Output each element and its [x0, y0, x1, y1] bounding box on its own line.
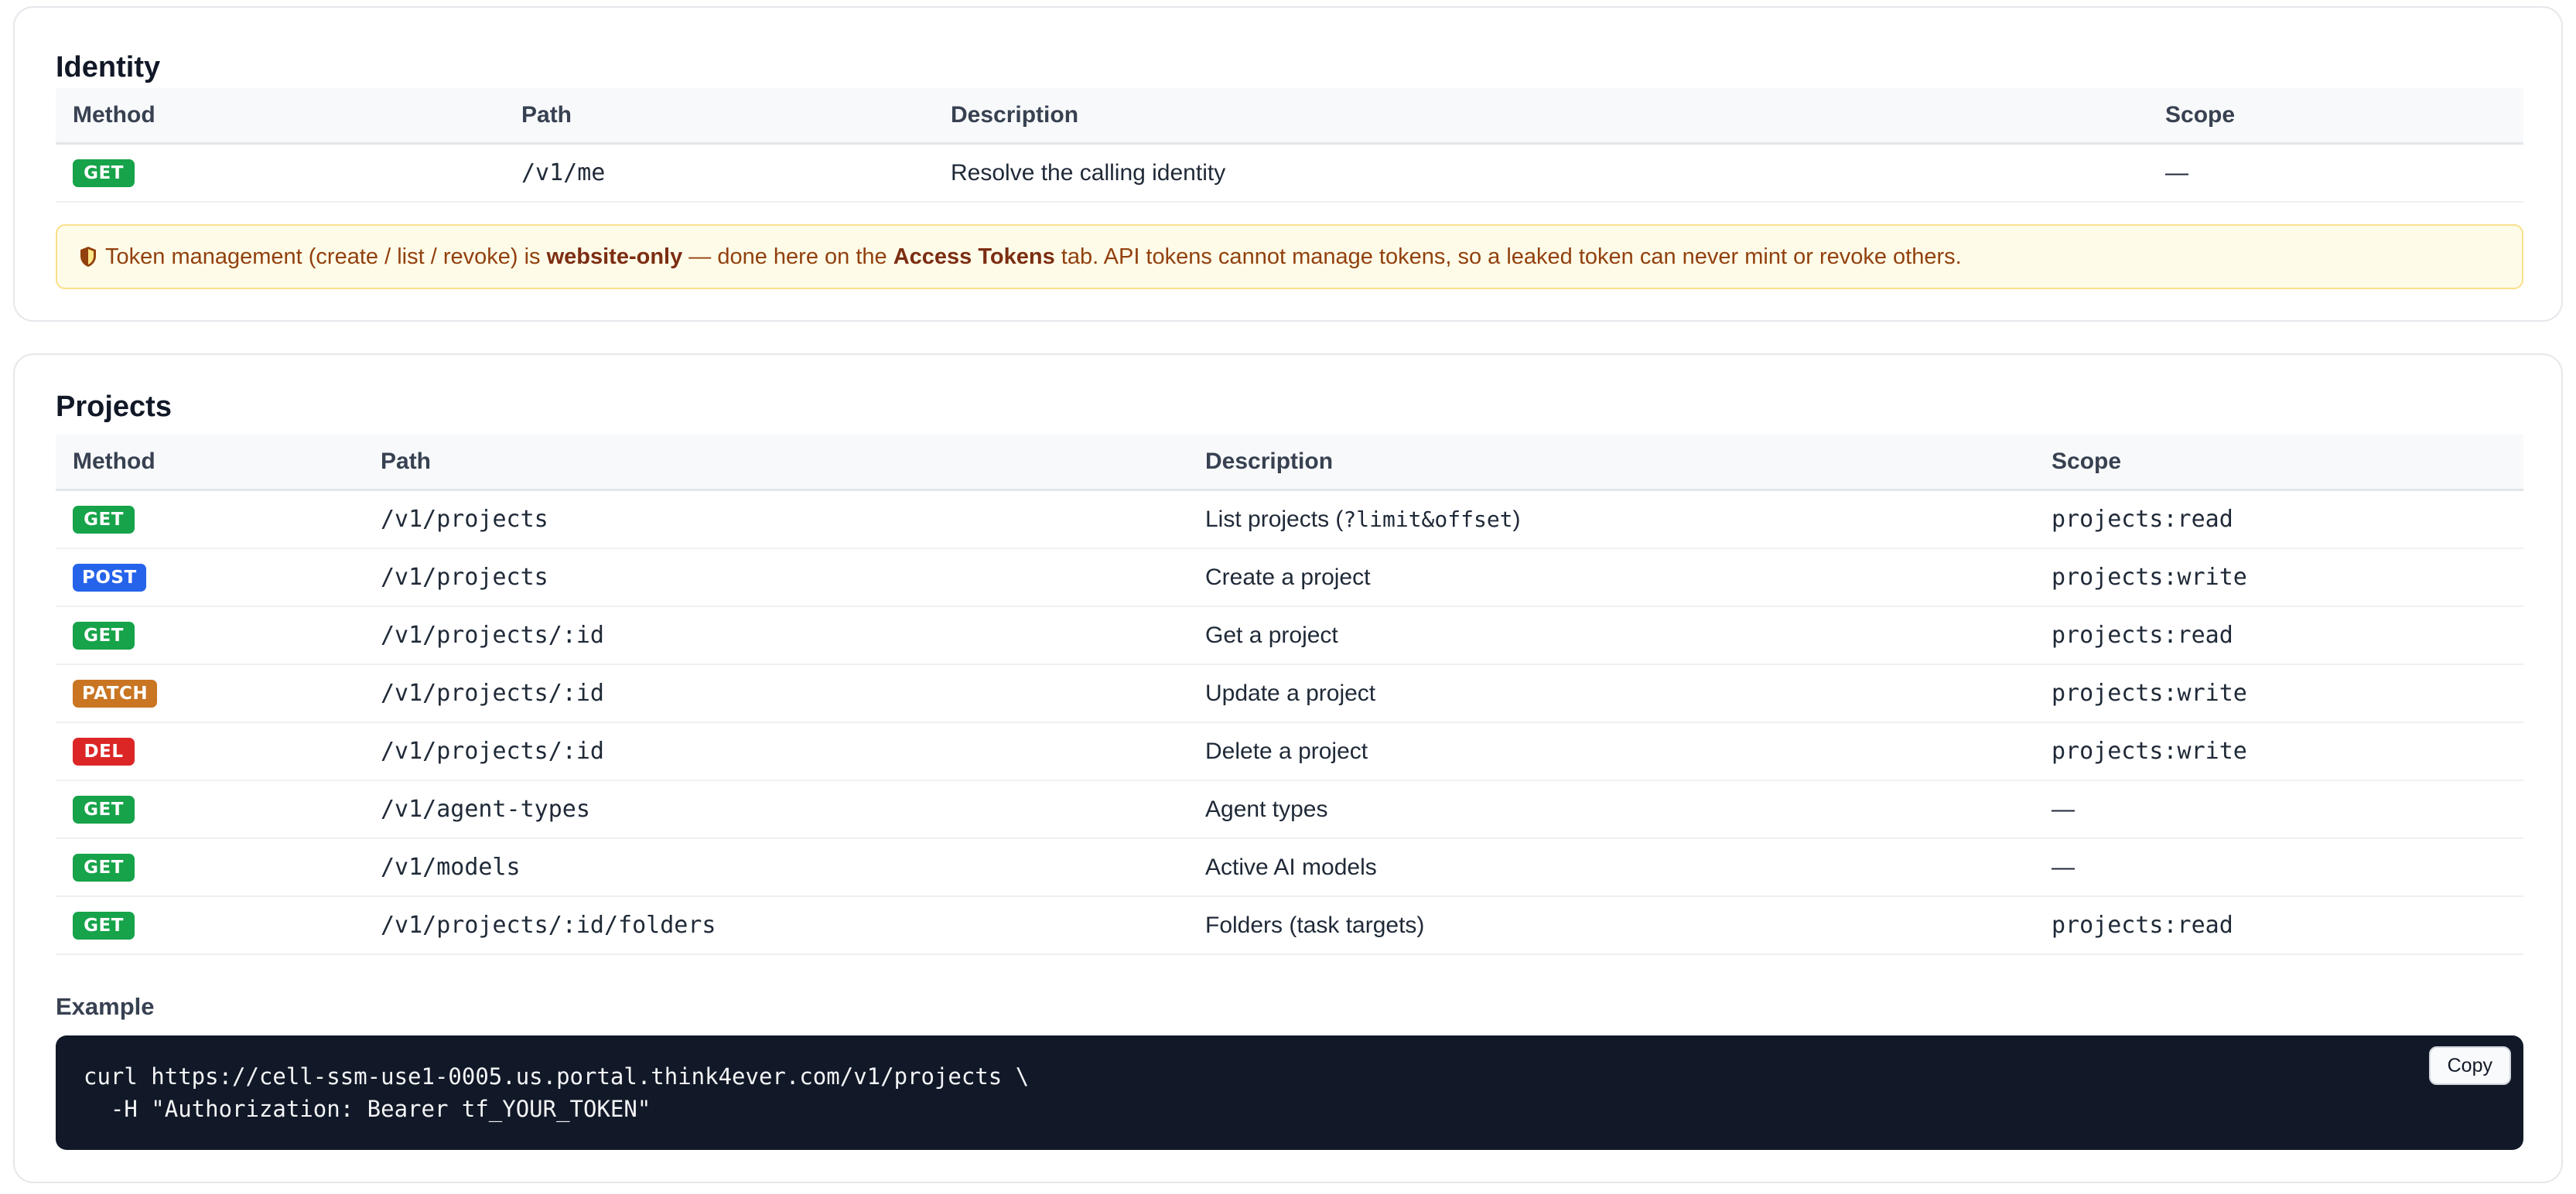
projects-section: Projects Method Path Description Scope G…: [13, 353, 2563, 1183]
scope-cell: projects:read: [2034, 606, 2523, 665]
column-header-method: Method: [56, 88, 504, 145]
path-cell: /v1/agent-types: [364, 780, 1188, 839]
column-header-scope: Scope: [2034, 435, 2523, 491]
description-cell: Delete a project: [1188, 722, 2034, 781]
table-header-row: Method Path Description Scope: [56, 88, 2523, 145]
code-line: -H "Authorization: Bearer tf_YOUR_TOKEN": [84, 1096, 651, 1122]
table-row: GET /v1/models Active AI models —: [56, 838, 2523, 897]
method-cell: PATCH: [56, 664, 364, 723]
method-cell: POST: [56, 548, 364, 607]
notice-emphasis: website-only: [546, 244, 683, 269]
curl-example-code-block[interactable]: curl https://cell-ssm-use1-0005.us.porta…: [56, 1035, 2523, 1150]
path-cell: /v1/projects/:id/folders: [364, 896, 1188, 955]
column-header-description: Description: [934, 88, 2148, 145]
method-badge-get: GET: [73, 854, 135, 882]
table-header-row: Method Path Description Scope: [56, 435, 2523, 491]
projects-endpoints-table: Method Path Description Scope GET /v1/pr…: [56, 435, 2523, 955]
shield-icon: [79, 246, 97, 268]
method-badge-get: GET: [73, 912, 135, 940]
description-cell: Folders (task targets): [1188, 896, 2034, 955]
scope-cell: —: [2034, 838, 2523, 897]
identity-endpoints-table: Method Path Description Scope GET /v1/me…: [56, 88, 2523, 203]
path-cell: /v1/projects/:id: [364, 606, 1188, 665]
scope-cell: projects:write: [2034, 664, 2523, 723]
table-row: GET /v1/projects/:id/folders Folders (ta…: [56, 896, 2523, 955]
identity-section: Identity Method Path Description Scope G…: [13, 6, 2563, 322]
method-cell: GET: [56, 606, 364, 665]
table-row: GET /v1/projects List projects (?limit&o…: [56, 490, 2523, 549]
column-header-method: Method: [56, 435, 364, 491]
description-cell: List projects (?limit&offset): [1188, 490, 2034, 549]
method-badge-del: DEL: [73, 738, 135, 766]
table-row: GET /v1/agent-types Agent types —: [56, 780, 2523, 839]
method-cell: GET: [56, 490, 364, 549]
description-cell: Agent types: [1188, 780, 2034, 839]
notice-text-part: — done here on the: [682, 244, 893, 269]
method-badge-get: GET: [73, 796, 135, 824]
path-cell: /v1/projects/:id: [364, 664, 1188, 723]
path-cell: /v1/models: [364, 838, 1188, 897]
notice-text-part: Token management (create / list / revoke…: [105, 244, 547, 269]
method-cell: GET: [56, 896, 364, 955]
table-row: GET /v1/projects/:id Get a project proje…: [56, 606, 2523, 665]
table-row: POST /v1/projects Create a project proje…: [56, 548, 2523, 607]
method-cell: GET: [56, 838, 364, 897]
api-reference-page: Identity Method Path Description Scope G…: [0, 0, 2576, 1194]
query-params-code: ?limit&offset: [1343, 506, 1513, 532]
column-header-path: Path: [364, 435, 1188, 491]
description-text: List projects (: [1205, 506, 1344, 532]
table-row: PATCH /v1/projects/:id Update a project …: [56, 664, 2523, 723]
scope-cell: projects:read: [2034, 896, 2523, 955]
path-cell: /v1/projects: [364, 490, 1188, 549]
description-text: ): [1512, 506, 1521, 532]
column-header-path: Path: [504, 88, 934, 145]
description-cell: Get a project: [1188, 606, 2034, 665]
method-badge-patch: PATCH: [73, 680, 158, 708]
description-cell: Create a project: [1188, 548, 2034, 607]
description-cell: Active AI models: [1188, 838, 2034, 897]
method-badge-get: GET: [73, 622, 135, 650]
section-title: Identity: [56, 51, 161, 84]
method-badge-get: GET: [73, 159, 135, 187]
method-badge-get: GET: [73, 506, 135, 534]
website-only-notice: Token management (create / list / revoke…: [56, 224, 2523, 289]
column-header-scope: Scope: [2148, 88, 2523, 145]
code-line: curl https://cell-ssm-use1-0005.us.porta…: [84, 1063, 1030, 1090]
scope-cell: —: [2148, 143, 2523, 203]
code-text[interactable]: curl https://cell-ssm-use1-0005.us.porta…: [84, 1060, 2523, 1125]
path-cell: /v1/projects: [364, 548, 1188, 607]
section-title: Projects: [56, 391, 172, 423]
scope-cell: projects:write: [2034, 548, 2523, 607]
path-cell: /v1/projects/:id: [364, 722, 1188, 781]
table-row: GET /v1/me Resolve the calling identity …: [56, 143, 2523, 203]
scope-cell: —: [2034, 780, 2523, 839]
method-badge-post: POST: [73, 564, 146, 592]
notice-emphasis: Access Tokens: [893, 244, 1055, 269]
example-heading: Example: [56, 993, 155, 1020]
notice-text: Token management (create / list / revoke…: [105, 244, 1962, 270]
table-row: DEL /v1/projects/:id Delete a project pr…: [56, 722, 2523, 781]
method-cell: GET: [56, 780, 364, 839]
description-cell: Update a project: [1188, 664, 2034, 723]
method-cell: DEL: [56, 722, 364, 781]
scope-cell: projects:write: [2034, 722, 2523, 781]
notice-text-part: tab. API tokens cannot manage tokens, so…: [1054, 244, 1962, 269]
method-cell: GET: [56, 143, 504, 203]
path-cell: /v1/me: [504, 143, 934, 203]
copy-button[interactable]: Copy: [2428, 1046, 2511, 1085]
column-header-description: Description: [1188, 435, 2034, 491]
scope-cell: projects:read: [2034, 490, 2523, 549]
description-cell: Resolve the calling identity: [934, 143, 2148, 203]
